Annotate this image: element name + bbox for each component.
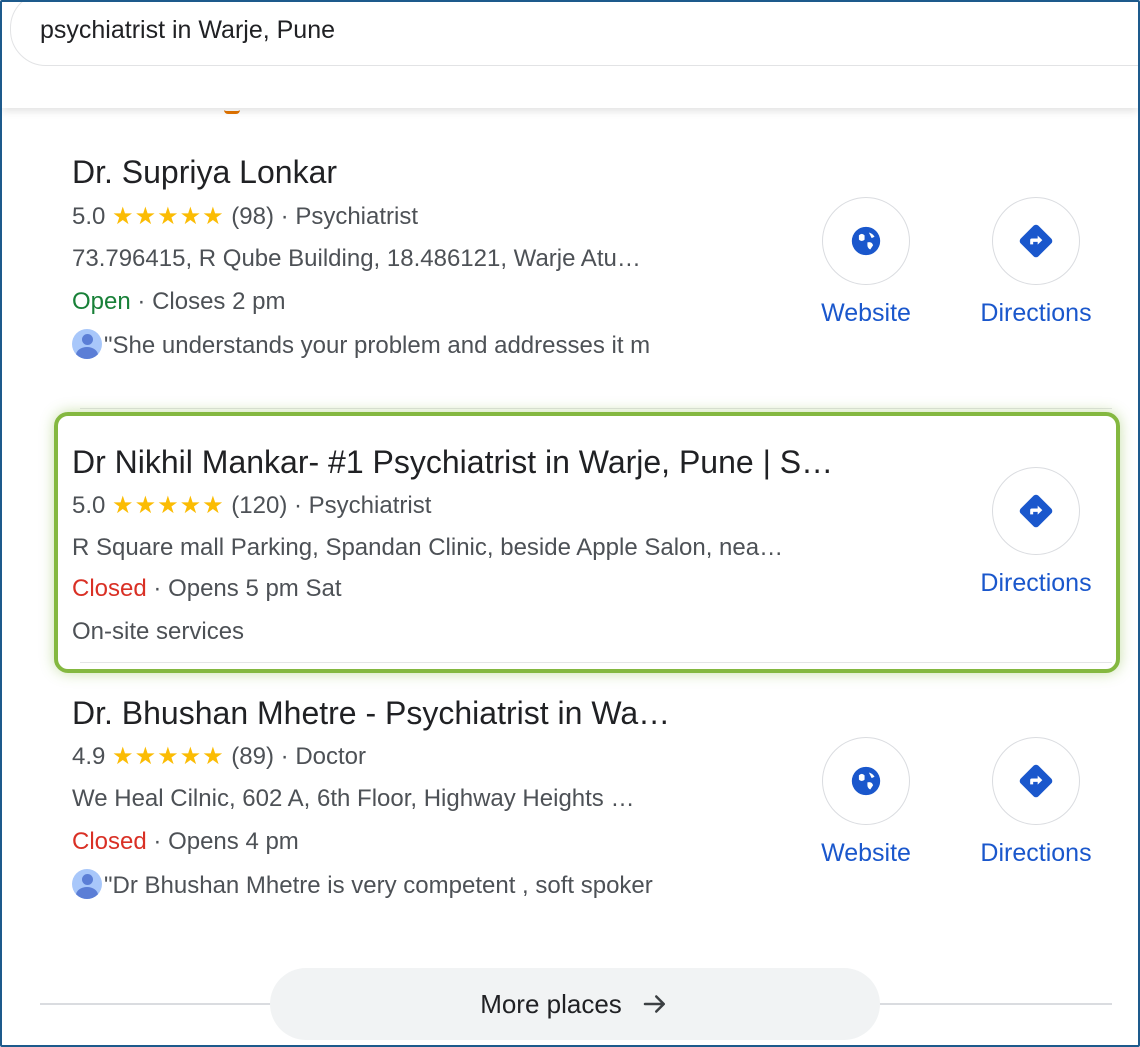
listing-title[interactable]: Dr. Bhushan Mhetre - Psychiatrist in Wa… [72,695,670,732]
directions-button[interactable]: Directions [966,737,1106,868]
directions-label[interactable]: Directions [966,569,1106,598]
hours-text: Closes 2 pm [152,288,286,315]
rating-value: 4.9 [72,743,106,770]
website-label[interactable]: Website [796,839,936,868]
service-option: On-site services [72,618,245,645]
separator-dot: · [153,575,162,602]
rating-row: 4.9 ★★★★★ (89) · Doctor [72,742,366,771]
directions-icon [1019,764,1053,798]
hours-row: Closed · Opens 4 pm [72,828,299,856]
review-snippet-row: "She understands your problem and addres… [72,329,650,360]
hours-row: Open · Closes 2 pm [72,288,285,316]
divider [80,408,1112,409]
separator-dot: · [137,288,146,315]
review-snippet-row: "Dr Bhushan Mhetre is very competent , s… [72,869,653,900]
category: Psychiatrist [308,492,432,519]
open-status: Open [72,288,131,315]
directions-icon [1019,224,1053,258]
rating-row: 5.0 ★★★★★ (120) · Psychiatrist [72,491,431,520]
separator-dot: · [294,492,302,519]
website-label[interactable]: Website [796,299,936,328]
globe-icon [851,226,881,256]
review-snippet: "Dr Bhushan Mhetre is very competent , s… [104,872,653,899]
directions-label[interactable]: Directions [966,839,1106,868]
rating-row: 5.0 ★★★★★ (98) · Psychiatrist [72,202,418,231]
hours-text: Opens 4 pm [168,828,299,855]
rating-value: 5.0 [72,203,106,230]
search-header: psychiatrist in Warje, Pune [2,2,1138,108]
review-count[interactable]: (98) [231,203,274,230]
star-rating: ★★★★★ [112,492,225,519]
reviewer-avatar-icon [72,869,102,899]
address: We Heal Cilnic, 602 A, 6th Floor, Highwa… [72,785,635,812]
directions-circle[interactable] [992,467,1080,555]
review-count[interactable]: (89) [231,743,274,770]
more-places-button[interactable]: More places [270,968,880,1040]
address: 73.796415, R Qube Building, 18.486121, W… [72,245,641,272]
separator-dot: · [280,743,289,770]
review-count[interactable]: (120) [231,492,287,519]
star-rating: ★★★★★ [112,203,225,230]
separator-dot: · [153,828,162,855]
hours-row: Closed · Opens 5 pm Sat [72,575,342,603]
results-panel: psychiatrist in Warje, Pune Dr. Supriya … [0,0,1140,1047]
website-button[interactable]: Website [796,197,936,328]
directions-icon [1019,494,1053,528]
website-circle[interactable] [822,197,910,285]
closed-status: Closed [72,828,147,855]
directions-button[interactable]: Directions [966,467,1106,598]
category: Doctor [295,743,367,770]
star-rating: ★★★★★ [112,743,225,770]
search-query[interactable]: psychiatrist in Warje, Pune [40,16,335,45]
closed-status: Closed [72,575,147,602]
hours-text: Opens 5 pm Sat [168,575,342,602]
reviewer-avatar-icon [72,329,102,359]
listing-title[interactable]: Dr. Supriya Lonkar [72,154,337,191]
separator-dot: · [280,203,289,230]
directions-circle[interactable] [992,197,1080,285]
rating-value: 5.0 [72,492,106,519]
website-circle[interactable] [822,737,910,825]
more-places-label[interactable]: More places [480,989,622,1020]
address: R Square mall Parking, Spandan Clinic, b… [72,534,784,561]
divider [80,662,1112,663]
category: Psychiatrist [295,203,419,230]
directions-circle[interactable] [992,737,1080,825]
arrow-right-icon [643,995,665,1013]
globe-icon [851,766,881,796]
directions-label[interactable]: Directions [966,299,1106,328]
listing-title[interactable]: Dr Nikhil Mankar- #1 Psychiatrist in War… [72,444,833,481]
website-button[interactable]: Website [796,737,936,868]
directions-button[interactable]: Directions [966,197,1106,328]
review-snippet: "She understands your problem and addres… [104,332,651,359]
